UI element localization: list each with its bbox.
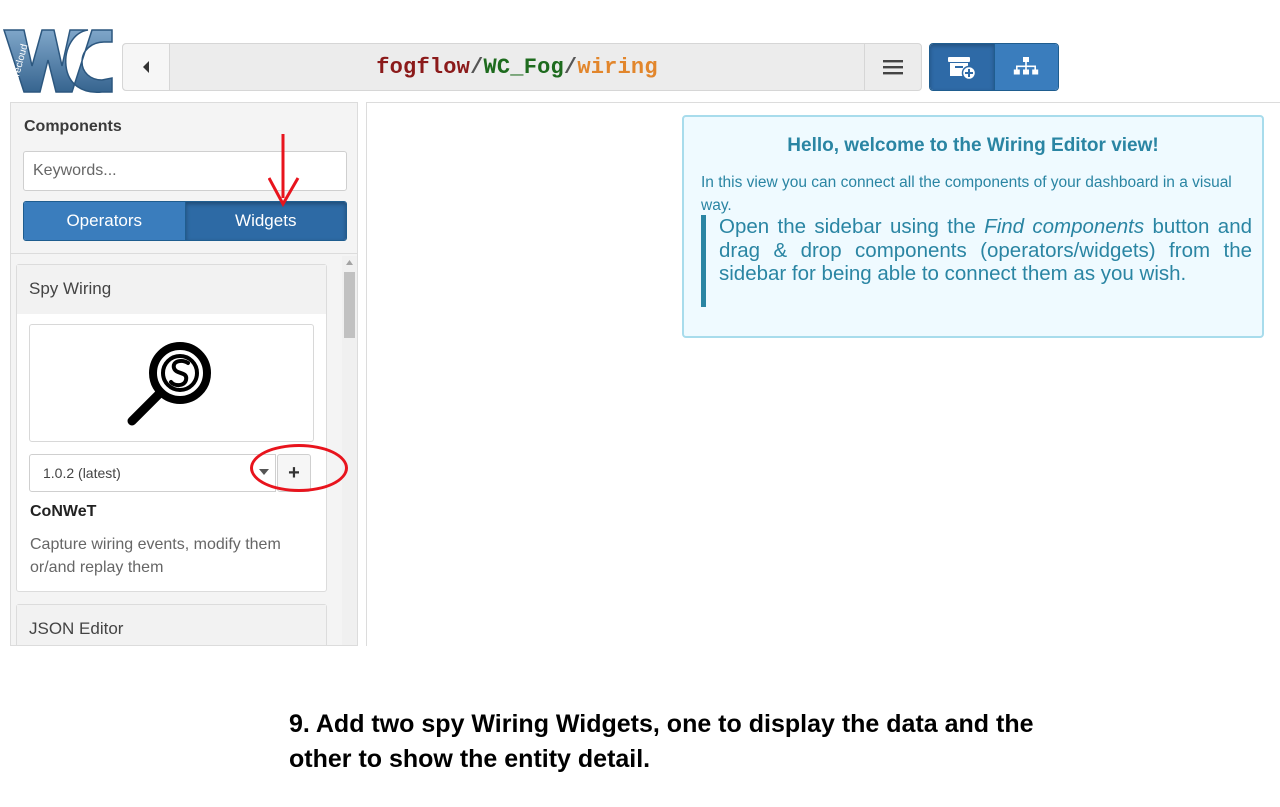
component-description: Capture wiring events, modify them or/an… <box>30 536 281 576</box>
archive-add-icon <box>947 57 976 80</box>
behaviours-button[interactable] <box>993 44 1058 90</box>
welcome-hint-emphasis: Find components <box>984 215 1145 238</box>
breadcrumb-user[interactable]: fogflow <box>376 55 470 80</box>
component-thumbnail[interactable] <box>29 324 314 442</box>
welcome-hint-start: Open the sidebar using the <box>719 215 985 238</box>
tab-operators[interactable]: Operators <box>24 202 185 240</box>
breadcrumb-view: wiring <box>577 54 658 80</box>
hamburger-menu-icon <box>883 60 903 75</box>
welcome-title: Hello, welcome to the Wiring Editor view… <box>787 135 1159 156</box>
sidebar-scrollbar[interactable] <box>342 256 357 645</box>
scrollbar-thumb[interactable] <box>344 272 355 338</box>
breadcrumb-bar: fogflow / WC_Fog / wiring <box>122 43 922 91</box>
find-components-button[interactable] <box>930 44 994 90</box>
sitemap-icon <box>1014 57 1039 75</box>
wirecloud-logo[interactable]: Wirecloud <box>2 22 114 100</box>
component-title: Spy Wiring <box>17 265 326 314</box>
sidebar-divider <box>11 253 357 254</box>
welcome-alert: Hello, welcome to the Wiring Editor view… <box>682 115 1264 338</box>
component-title: JSON Editor <box>17 605 326 645</box>
annotation-arrow <box>268 134 300 208</box>
component-card[interactable]: Spy Wiring 1.0.2 (latest) + CoNWeT Captu… <box>16 264 327 592</box>
welcome-hint: Open the sidebar using the Find componen… <box>701 215 1252 307</box>
breadcrumb-separator: / <box>563 54 578 80</box>
breadcrumb: fogflow / WC_Fog / wiring <box>169 44 865 90</box>
version-value: 1.0.2 (latest) <box>43 465 121 481</box>
component-card[interactable]: JSON Editor <box>16 604 327 645</box>
version-select[interactable]: 1.0.2 (latest) <box>29 454 276 492</box>
tab-widgets[interactable]: Widgets <box>184 202 346 240</box>
scroll-up-icon[interactable] <box>346 260 353 265</box>
components-sidebar: Components Operators Widgets Spy Wiring … <box>10 102 358 646</box>
tutorial-caption: 9. Add two spy Wiring Widgets, one to di… <box>289 710 1034 773</box>
sidebar-title: Components <box>24 118 122 135</box>
menu-button[interactable] <box>864 44 921 90</box>
back-button[interactable] <box>123 44 170 90</box>
wiring-toolbar <box>929 43 1059 91</box>
breadcrumb-workspace[interactable]: WC_Fog <box>483 55 563 80</box>
welcome-text: In this view you can connect all the com… <box>701 174 1232 214</box>
annotation-circle <box>250 444 348 492</box>
spy-magnifier-icon <box>127 342 211 426</box>
caret-left-icon <box>143 61 149 73</box>
breadcrumb-separator: / <box>470 54 484 80</box>
component-vendor: CoNWeT <box>30 503 97 520</box>
